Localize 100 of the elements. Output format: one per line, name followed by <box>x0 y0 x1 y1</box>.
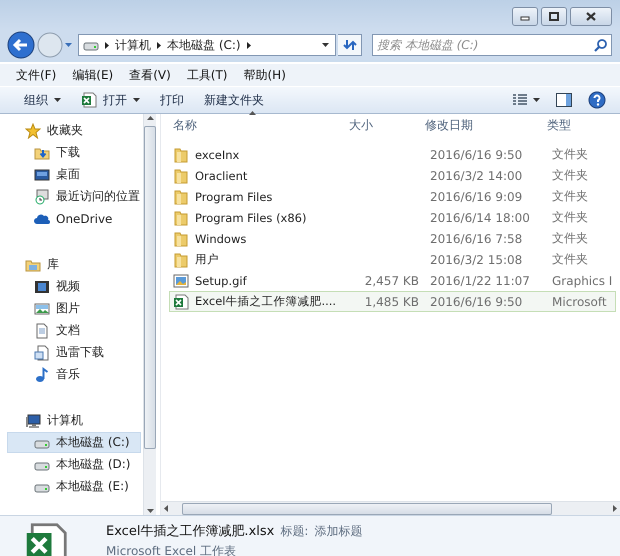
chevron-icon[interactable] <box>157 42 161 48</box>
nav-item[interactable]: 收藏夹 <box>7 120 141 141</box>
file-name: Program Files <box>170 188 348 204</box>
file-row[interactable]: Setup.gif 2,457 KB 2016/1/22 11:07 Graphics I <box>169 270 616 291</box>
scroll-right-icon[interactable] <box>613 505 617 512</box>
vertical-scrollbar[interactable] <box>143 114 156 515</box>
caret-icon <box>133 98 140 102</box>
menu-item[interactable]: 工具(T) <box>178 66 236 84</box>
file-row[interactable]: exceInx 2016/6/16 9:50 文件夹 <box>169 144 616 165</box>
nav-item[interactable]: 桌面 <box>7 164 141 185</box>
close-icon <box>586 12 596 21</box>
refresh-icon <box>342 38 356 52</box>
file-type: 文件夹 <box>551 146 589 163</box>
file-type: 文件夹 <box>551 251 589 268</box>
history-caret-icon[interactable] <box>65 43 72 47</box>
file-row[interactable]: Program Files (x86) 2016/6/14 18:00 文件夹 <box>169 207 616 228</box>
file-date: 2016/3/2 14:00 <box>429 168 524 182</box>
nav-item[interactable]: 音乐 <box>7 364 141 385</box>
file-name: 用户 <box>170 252 348 268</box>
menu-item[interactable]: 查看(V) <box>121 66 179 84</box>
caret-icon <box>54 98 61 102</box>
horizontal-scrollbar[interactable] <box>161 501 620 515</box>
caret-icon <box>533 98 540 102</box>
music-note-icon <box>34 366 50 382</box>
folder-icon <box>173 146 189 162</box>
nav-item[interactable]: 本地磁盘 (D:) <box>7 454 141 475</box>
file-name: Setup.gif <box>170 272 348 288</box>
file-date: 2016/1/22 11:07 <box>429 274 531 288</box>
maximize-icon <box>549 12 559 21</box>
nav-item[interactable]: 最近访问的位置 <box>7 186 141 207</box>
file-size: 1,485 KB <box>364 294 420 308</box>
folder-icon <box>173 168 189 184</box>
toolbar-button[interactable]: 新建文件夹 <box>196 88 272 112</box>
nav-item[interactable]: 本地磁盘 (E:) <box>7 476 141 497</box>
nav-item[interactable]: 库 <box>7 254 141 275</box>
folder-icon <box>173 210 189 226</box>
nav-item[interactable]: 迅雷下载 <box>7 342 141 363</box>
file-row[interactable]: Windows 2016/6/16 7:58 文件夹 <box>169 228 616 249</box>
file-name: Oraclient <box>170 168 348 184</box>
star-icon <box>25 122 41 138</box>
file-row[interactable]: Excel牛插之工作簿减肥.... 1,485 KB 2016/6/16 9:50 Microsoft <box>169 291 616 312</box>
dropdown-caret-icon[interactable] <box>322 43 329 47</box>
file-date: 2016/6/16 9:09 <box>429 190 524 204</box>
computer-icon <box>25 412 41 428</box>
nav-item[interactable]: 计算机 <box>7 410 141 431</box>
file-type: 文件夹 <box>551 167 589 184</box>
picture-icon <box>34 300 50 316</box>
file-type: 文件夹 <box>551 188 589 205</box>
menu-item[interactable]: 编辑(E) <box>64 66 122 84</box>
image-file-icon <box>173 272 189 288</box>
file-type: Microsoft <box>551 294 608 308</box>
excel-file-icon <box>173 294 189 310</box>
chevron-icon[interactable] <box>105 42 109 48</box>
refresh-button[interactable] <box>338 34 362 56</box>
scroll-up-icon[interactable] <box>146 116 154 120</box>
close-button[interactable] <box>570 7 612 26</box>
chevron-icon[interactable] <box>246 42 251 48</box>
search-field[interactable]: 搜索 本地磁盘 (C:) <box>372 34 612 56</box>
document-icon <box>34 322 50 338</box>
breadcrumb[interactable]: 计算机 <box>115 36 151 54</box>
folder-icon <box>173 252 189 268</box>
nav-item[interactable]: 本地磁盘 (C:) <box>7 432 141 453</box>
scroll-left-icon[interactable] <box>164 505 168 512</box>
list-view-icon <box>513 94 527 106</box>
nav-item[interactable]: 图片 <box>7 298 141 319</box>
monitor-icon <box>34 166 50 182</box>
file-row[interactable]: 用户 2016/3/2 15:08 文件夹 <box>169 249 616 270</box>
file-name: exceInx <box>170 146 348 162</box>
menu-item[interactable]: 帮助(H) <box>236 66 294 84</box>
folder-icon <box>173 188 189 204</box>
file-date: 2016/6/16 7:58 <box>429 232 524 246</box>
file-date: 2016/3/2 15:08 <box>429 252 524 266</box>
nav-item[interactable]: 视频 <box>7 276 141 297</box>
maximize-button[interactable] <box>541 7 567 26</box>
file-row[interactable]: Oraclient 2016/3/2 14:00 文件夹 <box>169 165 616 186</box>
breadcrumb[interactable]: 本地磁盘 (C:) <box>167 36 241 54</box>
back-button[interactable] <box>7 31 35 59</box>
file-name: Windows <box>170 230 348 246</box>
nav-item[interactable]: 文档 <box>7 320 141 341</box>
file-date: 2016/6/16 9:50 <box>429 148 524 162</box>
file-date: 2016/6/16 9:50 <box>429 294 524 308</box>
toolbar-button[interactable]: 打开 <box>73 88 148 112</box>
file-type: 文件夹 <box>551 230 589 247</box>
file-type: 文件夹 <box>551 209 589 226</box>
toolbar-button[interactable]: 组织 <box>16 88 69 112</box>
excel-file-icon <box>24 522 68 556</box>
minimize-button[interactable] <box>512 7 538 26</box>
file-type: Graphics I <box>551 274 614 288</box>
address-field[interactable]: 计算机 本地磁盘 (C:) <box>78 34 336 56</box>
menu-item[interactable]: 文件(F) <box>8 66 64 84</box>
file-row[interactable]: Program Files 2016/6/16 9:09 文件夹 <box>169 186 616 207</box>
nav-item[interactable]: OneDrive <box>7 208 141 229</box>
file-size: 2,457 KB <box>364 274 420 288</box>
folder-icon <box>173 230 189 246</box>
film-icon <box>34 278 50 294</box>
title-field[interactable]: 添加标题 <box>314 523 362 540</box>
toolbar-button[interactable]: 打印 <box>152 88 192 112</box>
search-icon <box>594 39 607 52</box>
file-name: Program Files (x86) <box>170 210 348 226</box>
nav-item[interactable]: 下载 <box>7 142 141 163</box>
